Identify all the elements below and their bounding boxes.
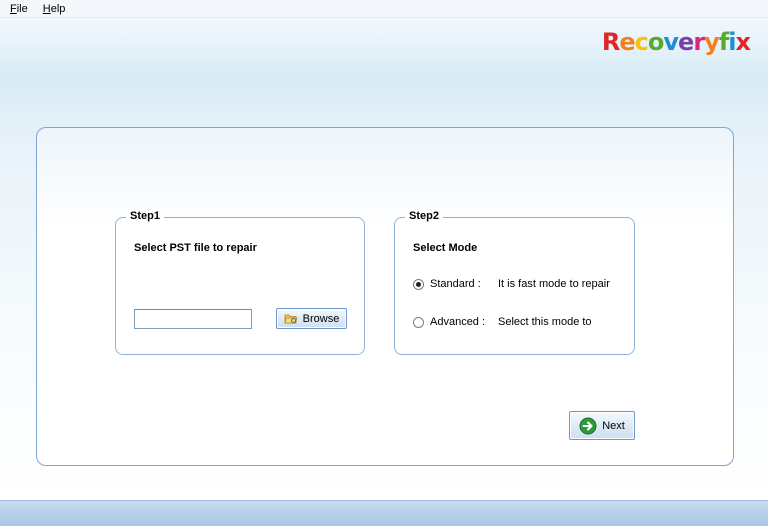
- logo-letter: e: [619, 28, 635, 56]
- mode-standard-option[interactable]: Standard : It is fast mode to repair: [413, 277, 610, 291]
- brand-logo: Recoveryfix: [601, 28, 752, 56]
- step2-title: Select Mode: [413, 242, 478, 254]
- step1-group: Step1 Select PST file to repair Browse: [115, 210, 365, 355]
- pst-file-path-input[interactable]: [134, 309, 252, 329]
- wizard-panel: Step1 Select PST file to repair Browse S…: [36, 127, 734, 466]
- step1-legend: Step1: [126, 210, 164, 222]
- logo-letter: c: [634, 28, 649, 56]
- mode-standard-desc: It is fast mode to repair: [498, 278, 610, 290]
- next-button[interactable]: Next: [569, 411, 635, 440]
- browse-button[interactable]: Browse: [276, 308, 347, 329]
- logo-letter: f: [718, 28, 730, 56]
- mode-advanced-label: Advanced :: [430, 316, 486, 328]
- menu-file-hotkey: F: [10, 2, 17, 15]
- header-banner: Recoveryfix: [0, 18, 768, 74]
- logo-letter: R: [601, 28, 621, 56]
- status-bar: [0, 500, 768, 526]
- menu-file[interactable]: File: [10, 3, 28, 15]
- logo-letter: e: [678, 28, 694, 56]
- step2-legend: Step2: [405, 210, 443, 222]
- next-button-label: Next: [602, 419, 625, 432]
- menu-bar: File Help: [0, 0, 768, 18]
- folder-icon: [284, 312, 298, 325]
- step1-title: Select PST file to repair: [134, 242, 257, 254]
- mode-standard-radio[interactable]: [413, 278, 424, 290]
- logo-letter: r: [693, 28, 705, 56]
- logo-letter: x: [735, 28, 752, 56]
- menu-help-label: elp: [50, 2, 66, 15]
- mode-advanced-radio[interactable]: [413, 316, 424, 328]
- logo-letter: v: [663, 28, 679, 56]
- step2-group: Step2 Select Mode Standard : It is fast …: [394, 210, 635, 355]
- menu-help-hotkey: H: [42, 2, 51, 15]
- logo-letter: y: [704, 28, 720, 56]
- logo-letter: i: [728, 28, 736, 56]
- arrow-right-icon: [579, 417, 597, 435]
- mode-standard-label: Standard :: [430, 278, 481, 290]
- menu-help[interactable]: Help: [43, 3, 66, 15]
- browse-button-label: Browse: [302, 312, 340, 325]
- logo-letter: o: [647, 28, 664, 56]
- menu-file-label: ile: [16, 2, 28, 15]
- mode-advanced-desc: Select this mode to: [498, 316, 592, 328]
- mode-advanced-option[interactable]: Advanced : Select this mode to: [413, 315, 592, 329]
